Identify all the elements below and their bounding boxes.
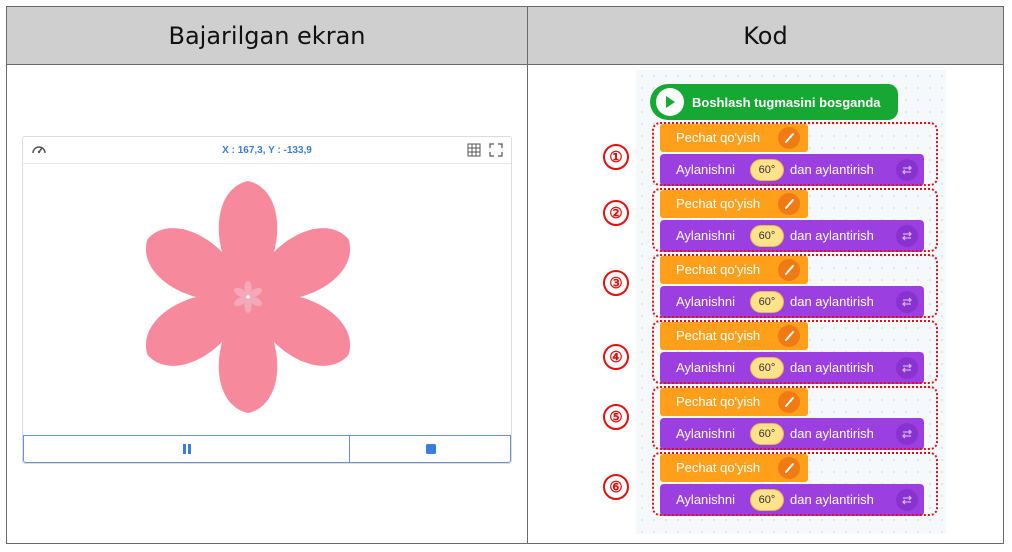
- grid-icon[interactable]: [467, 143, 481, 157]
- highlight-group-3: [652, 254, 938, 318]
- stop-button[interactable]: [350, 436, 512, 462]
- step-number: ②: [603, 200, 629, 226]
- highlight-group-4: [652, 320, 938, 384]
- header-code: Kod: [528, 7, 1003, 65]
- start-hat-block[interactable]: Boshlash tugmasini bosganda: [650, 84, 898, 120]
- step-number: ⑤: [603, 404, 629, 430]
- highlight-group-2: [652, 188, 938, 252]
- header-executed-screen: Bajarilgan ekran: [7, 7, 527, 65]
- play-icon: [656, 88, 684, 116]
- highlight-group-6: [652, 452, 938, 516]
- highlight-group-5: [652, 386, 938, 450]
- fullscreen-icon[interactable]: [489, 143, 503, 157]
- stage-preview: X : 167,3, Y : -133,9: [22, 136, 512, 464]
- hat-block-label: Boshlash tugmasini bosganda: [692, 94, 881, 110]
- step-number: ③: [603, 270, 629, 296]
- pause-icon: [182, 444, 191, 454]
- stop-icon: [426, 444, 436, 454]
- step-number: ①: [603, 144, 629, 170]
- column-divider: [527, 7, 528, 543]
- highlight-group-1: [652, 122, 938, 186]
- flower-drawing: [145, 181, 351, 413]
- stage-toolbar: X : 167,3, Y : -133,9: [23, 137, 511, 164]
- step-number: ④: [603, 344, 629, 370]
- pause-button[interactable]: [24, 436, 350, 462]
- step-number: ⑥: [603, 474, 629, 500]
- playback-controls: [23, 435, 511, 463]
- coordinates-readout: X : 167,3, Y : -133,9: [222, 145, 312, 156]
